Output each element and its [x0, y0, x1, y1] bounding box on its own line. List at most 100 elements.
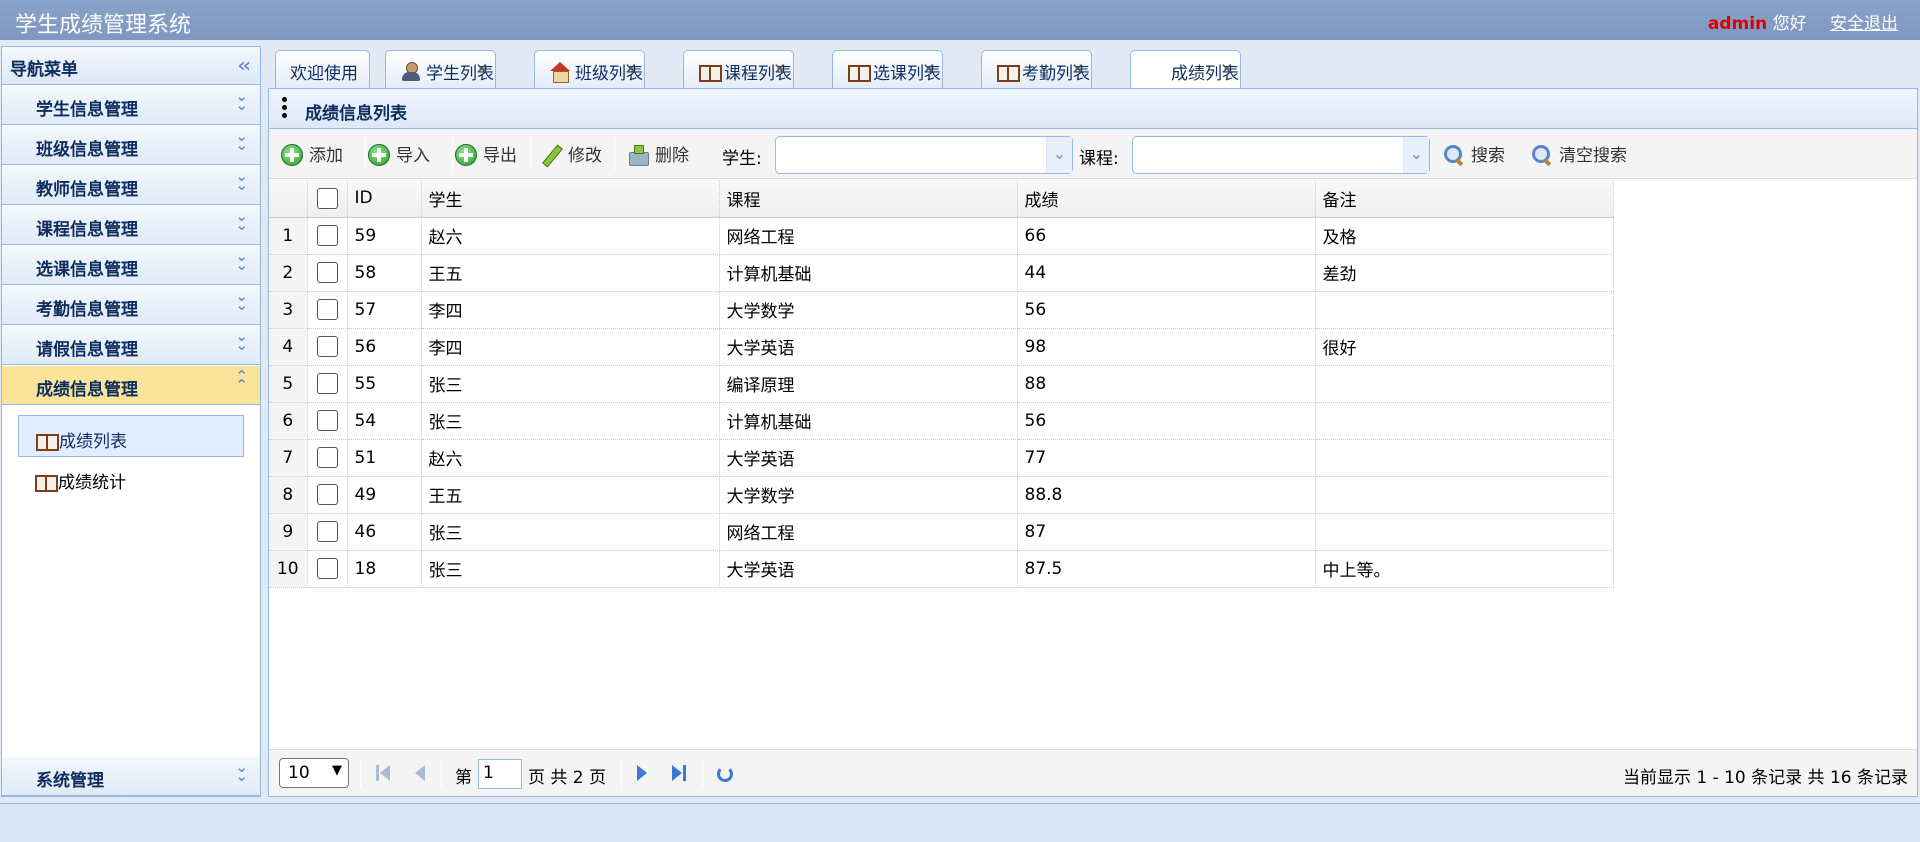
edit-button[interactable]: 修改 — [540, 141, 602, 167]
toolbar-divider — [530, 137, 531, 171]
cell-id: 56 — [347, 328, 422, 366]
course-combobox[interactable]: ⌄ — [1132, 136, 1430, 174]
app-header: 学生成绩管理系统 admin 您好 安全退出 — [0, 0, 1920, 40]
double-chevron-left-icon[interactable]: ‹‹ — [238, 53, 252, 77]
tab-selection-list[interactable]: 选课列表 ✕ — [832, 50, 943, 88]
column-header[interactable]: 课程 — [719, 180, 1018, 218]
row-select-cell — [307, 513, 348, 551]
table-row[interactable]: 1 59 赵六 网络工程 66 及格 — [269, 217, 1614, 255]
table-row[interactable]: 2 58 王五 计算机基础 44 差劲 — [269, 254, 1614, 292]
page-number-input[interactable]: 1 — [478, 759, 522, 789]
cell-course: 大学数学 — [719, 476, 1018, 514]
row-checkbox[interactable] — [316, 262, 338, 283]
table-row[interactable]: 7 51 赵六 大学英语 77 — [269, 439, 1614, 477]
import-button[interactable]: 导入 — [368, 141, 430, 167]
course-filter-label: 课程: — [1079, 149, 1119, 169]
logout-link[interactable]: 安全退出 — [1830, 14, 1898, 34]
person-icon — [400, 62, 422, 82]
double-chevron-down-icon: ⌄ ⌄ — [235, 287, 248, 314]
row-number: 4 — [269, 328, 308, 366]
cell-score: 88.8 — [1017, 476, 1316, 514]
close-icon[interactable]: ✕ — [1220, 60, 1233, 78]
tab-student-list[interactable]: 学生列表 ✕ — [385, 50, 496, 88]
menu-course-info[interactable]: 课程信息管理 ⌄ ⌄ — [2, 205, 260, 245]
table-row[interactable]: 5 55 张三 编译原理 88 — [269, 365, 1614, 403]
column-header[interactable]: 学生 — [421, 180, 720, 218]
vertical-dots-icon — [282, 97, 288, 121]
book-icon — [847, 62, 871, 82]
row-select-cell — [307, 476, 348, 514]
tab-attendance-list[interactable]: 考勤列表 ✕ — [981, 50, 1092, 88]
table-row[interactable]: 8 49 王五 大学数学 88.8 — [269, 476, 1614, 514]
book-icon — [34, 474, 58, 492]
cell-remark — [1315, 439, 1614, 477]
submenu-score-list[interactable]: 成绩列表 — [18, 415, 244, 457]
page-size-select[interactable]: 10 ▼ — [279, 758, 349, 788]
close-icon[interactable]: ✕ — [922, 60, 935, 78]
row-checkbox[interactable] — [316, 299, 338, 320]
close-icon[interactable]: ✕ — [624, 60, 637, 78]
table-row[interactable]: 4 56 李四 大学英语 98 很好 — [269, 328, 1614, 366]
column-header[interactable]: 备注 — [1315, 180, 1614, 218]
student-combobox[interactable]: ⌄ — [775, 136, 1073, 174]
menu-student-info[interactable]: 学生信息管理 ⌄ ⌄ — [2, 85, 260, 125]
menu-teacher-info[interactable]: 教师信息管理 ⌄ ⌄ — [2, 165, 260, 205]
row-number: 7 — [269, 439, 308, 477]
chevron-down-icon[interactable]: ⌄ — [1046, 137, 1072, 173]
menu-class-info[interactable]: 班级信息管理 ⌄ ⌄ — [2, 125, 260, 165]
delete-button[interactable]: 删除 — [627, 141, 689, 167]
row-checkbox[interactable] — [316, 410, 338, 431]
table-row[interactable]: 6 54 张三 计算机基础 56 — [269, 402, 1614, 440]
row-checkbox[interactable] — [316, 373, 338, 394]
cell-student: 张三 — [421, 550, 720, 588]
refresh-icon[interactable] — [717, 766, 733, 782]
submenu-score-stats[interactable]: 成绩统计 — [18, 457, 244, 499]
cell-student: 张三 — [421, 402, 720, 440]
menu-score-info[interactable]: 成绩信息管理 ⌃ ⌃ — [2, 365, 260, 405]
menu-attendance-info[interactable]: 考勤信息管理 ⌄ ⌄ — [2, 285, 260, 325]
select-all-checkbox[interactable] — [316, 187, 338, 209]
row-checkbox[interactable] — [316, 484, 338, 505]
first-page-icon[interactable] — [374, 765, 392, 783]
close-icon[interactable]: ✕ — [773, 60, 786, 78]
cell-remark — [1315, 476, 1614, 514]
tab-welcome[interactable]: 欢迎使用 — [275, 50, 370, 88]
column-header[interactable]: 成绩 — [1017, 180, 1316, 218]
menu-system[interactable]: 系统管理 ⌄ ⌄ — [2, 756, 260, 796]
table-row[interactable]: 3 57 李四 大学数学 56 — [269, 291, 1614, 329]
row-checkbox[interactable] — [316, 336, 338, 357]
search-button[interactable]: 搜索 — [1443, 141, 1505, 167]
menu-leave-info[interactable]: 请假信息管理 ⌄ ⌄ — [2, 325, 260, 365]
table-row[interactable]: 10 18 张三 大学英语 87.5 中上等。 — [269, 550, 1614, 588]
close-icon[interactable]: ✕ — [475, 60, 488, 78]
add-button[interactable]: 添加 — [281, 141, 343, 167]
cell-id: 55 — [347, 365, 422, 403]
greeting: 您好 — [1772, 14, 1807, 34]
clear-search-button[interactable]: 清空搜索 — [1531, 141, 1627, 167]
menu-selection-info[interactable]: 选课信息管理 ⌄ ⌄ — [2, 245, 260, 285]
close-icon[interactable]: ✕ — [1071, 60, 1084, 78]
row-checkbox[interactable] — [316, 225, 338, 246]
menu-label: 课程信息管理 — [36, 220, 138, 240]
cell-score: 44 — [1017, 254, 1316, 292]
tab-score-list[interactable]: 成绩列表 ✕ — [1130, 50, 1241, 90]
last-page-icon[interactable] — [670, 765, 688, 783]
prev-page-icon[interactable] — [411, 765, 429, 783]
cell-student: 李四 — [421, 291, 720, 329]
tab-course-list[interactable]: 课程列表 ✕ — [683, 50, 794, 88]
tab-class-list[interactable]: 班级列表 ✕ — [534, 50, 645, 88]
import-label: 导入 — [396, 146, 430, 166]
menu-label: 考勤信息管理 — [36, 300, 138, 320]
chevron-down-icon[interactable]: ⌄ — [1403, 137, 1429, 173]
row-checkbox[interactable] — [316, 521, 338, 542]
table-row[interactable]: 9 46 张三 网络工程 87 — [269, 513, 1614, 551]
book-icon — [698, 62, 722, 82]
column-header[interactable]: ID — [347, 180, 422, 218]
double-chevron-down-icon: ⌄ ⌄ — [235, 127, 248, 154]
page-size-value: 10 — [288, 763, 310, 783]
export-button[interactable]: 导出 — [455, 141, 517, 167]
next-page-icon[interactable] — [633, 765, 651, 783]
cell-course: 大学英语 — [719, 328, 1018, 366]
row-checkbox[interactable] — [316, 447, 338, 468]
row-checkbox[interactable] — [316, 558, 338, 579]
